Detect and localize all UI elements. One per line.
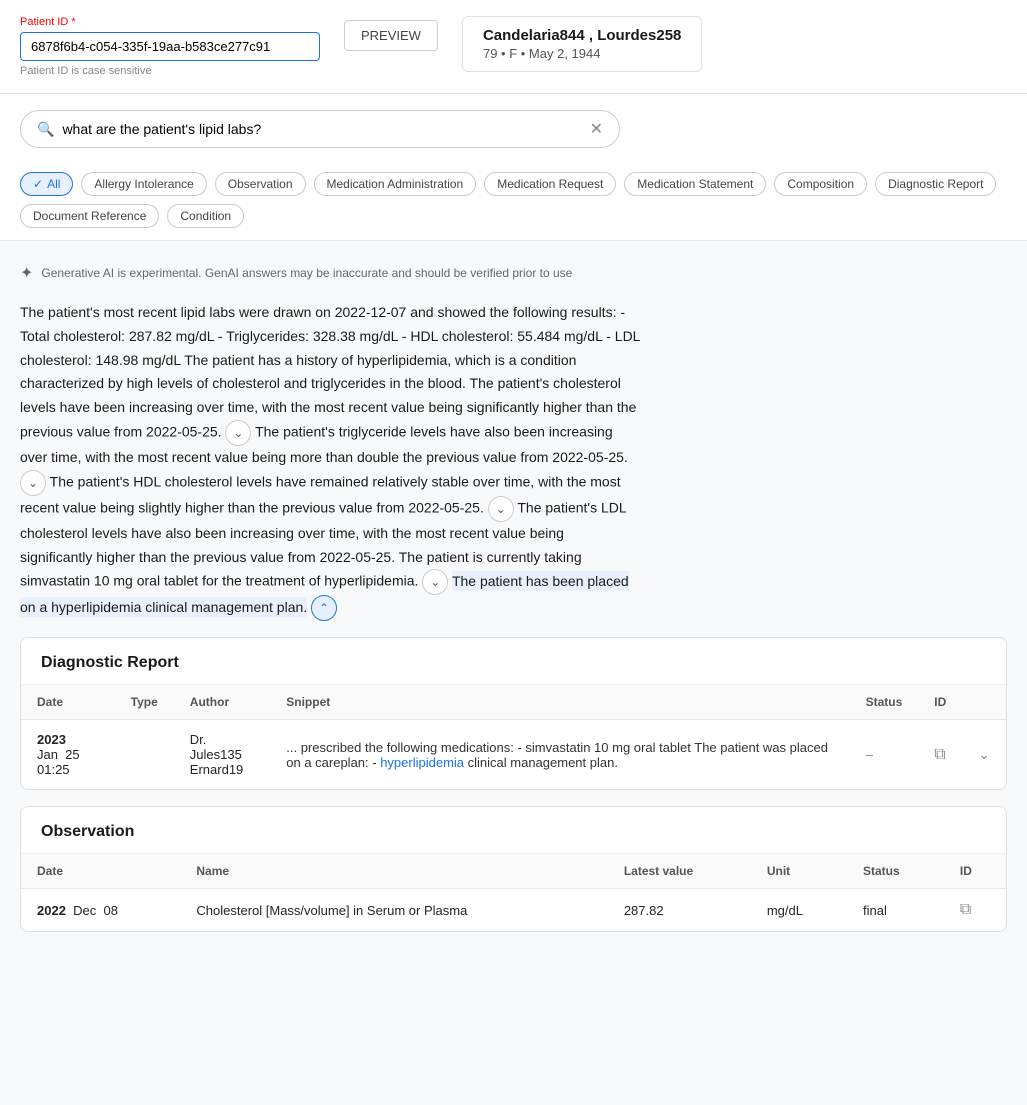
filter-medication-request[interactable]: Medication Request xyxy=(484,172,616,196)
filter-observation[interactable]: Observation xyxy=(215,172,306,196)
filter-condition[interactable]: Condition xyxy=(167,204,244,228)
filter-composition[interactable]: Composition xyxy=(774,172,867,196)
expand-ldl-btn[interactable]: ⌄ xyxy=(422,569,448,595)
table-row: 2023 Jan 25 01:25 Dr. Jules135 Ernard19 … xyxy=(21,720,1006,790)
clear-search-button[interactable]: ✕ xyxy=(590,119,603,139)
expand-triglyceride-btn[interactable]: ⌄ xyxy=(20,470,46,496)
obs-row-status: final xyxy=(847,889,944,932)
observation-section: Observation Date Name Latest value Unit … xyxy=(20,806,1007,932)
col-date: Date xyxy=(21,685,115,720)
obs-row-id: ⧉ xyxy=(944,889,1006,932)
row-author: Dr. Jules135 Ernard19 xyxy=(174,720,270,790)
collapse-btn[interactable]: ⌃ xyxy=(311,595,337,621)
filter-diagnostic-report[interactable]: Diagnostic Report xyxy=(875,172,996,196)
main-content: ✦ Generative AI is experimental. GenAI a… xyxy=(0,241,1027,964)
row-type xyxy=(115,720,174,790)
obs-copy-id-button[interactable]: ⧉ xyxy=(960,901,971,919)
diagnostic-report-table: Date Type Author Snippet Status ID 2023 … xyxy=(21,685,1006,789)
check-icon: ✓ xyxy=(33,177,43,191)
obs-row-unit: mg/dL xyxy=(751,889,847,932)
row-expand: ⌄ xyxy=(962,720,1006,790)
filter-medication-statement[interactable]: Medication Statement xyxy=(624,172,766,196)
patient-name: Candelaria844 , Lourdes258 xyxy=(483,27,681,44)
expand-row-button[interactable]: ⌄ xyxy=(978,746,990,763)
patient-id-input[interactable] xyxy=(20,32,320,61)
obs-col-latest-value: Latest value xyxy=(608,854,751,889)
answer-part1: The patient's most recent lipid labs wer… xyxy=(20,304,640,440)
ai-icon: ✦ xyxy=(20,263,33,283)
obs-col-date: Date xyxy=(21,854,180,889)
expand-hdl-btn[interactable]: ⌄ xyxy=(488,496,514,522)
col-id: ID xyxy=(918,685,962,720)
row-date: 2023 Jan 25 01:25 xyxy=(21,720,115,790)
col-expand xyxy=(962,685,1006,720)
table-header-row: Date Type Author Snippet Status ID xyxy=(21,685,1006,720)
patient-id-label: Patient ID * xyxy=(20,16,320,28)
row-id: ⧉ xyxy=(918,720,962,790)
filter-all[interactable]: ✓ All xyxy=(20,172,73,196)
col-type: Type xyxy=(115,685,174,720)
diagnostic-report-title: Diagnostic Report xyxy=(21,638,1006,685)
obs-copy-icon: ⧉ xyxy=(960,901,971,918)
search-icon: 🔍 xyxy=(37,121,54,138)
search-bar: 🔍 ✕ xyxy=(20,110,620,148)
col-author: Author xyxy=(174,685,270,720)
filter-medication-administration[interactable]: Medication Administration xyxy=(314,172,477,196)
obs-col-name: Name xyxy=(180,854,607,889)
col-status: Status xyxy=(850,685,919,720)
patient-id-group: Patient ID * Patient ID is case sensitiv… xyxy=(20,16,320,77)
copy-id-button[interactable]: ⧉ xyxy=(934,746,945,764)
obs-row-date: 2022 Dec 08 xyxy=(21,889,180,932)
filter-bar: ✓ All Allergy Intolerance Observation Me… xyxy=(0,164,1027,241)
filter-allergy-intolerance[interactable]: Allergy Intolerance xyxy=(81,172,206,196)
obs-table-row: 2022 Dec 08 Cholesterol [Mass/volume] in… xyxy=(21,889,1006,932)
ai-notice: ✦ Generative AI is experimental. GenAI a… xyxy=(20,257,1007,289)
answer-text: The patient's most recent lipid labs wer… xyxy=(20,301,640,621)
patient-info-card: Candelaria844 , Lourdes258 79 • F • May … xyxy=(462,16,702,72)
diagnostic-report-section: Diagnostic Report Date Type Author Snipp… xyxy=(20,637,1007,790)
obs-row-value: 287.82 xyxy=(608,889,751,932)
search-area: 🔍 ✕ xyxy=(0,94,1027,164)
row-status: – xyxy=(850,720,919,790)
obs-header-row: Date Name Latest value Unit Status ID xyxy=(21,854,1006,889)
col-snippet: Snippet xyxy=(270,685,849,720)
ai-notice-text: Generative AI is experimental. GenAI ans… xyxy=(41,266,572,280)
search-input[interactable] xyxy=(62,121,581,137)
observation-table: Date Name Latest value Unit Status ID 20… xyxy=(21,854,1006,931)
obs-col-unit: Unit xyxy=(751,854,847,889)
patient-id-hint: Patient ID is case sensitive xyxy=(20,65,320,77)
obs-row-name: Cholesterol [Mass/volume] in Serum or Pl… xyxy=(180,889,607,932)
expand-cholesterol-btn[interactable]: ⌄ xyxy=(225,420,251,446)
obs-col-status: Status xyxy=(847,854,944,889)
row-snippet: ... prescribed the following medications… xyxy=(270,720,849,790)
filter-document-reference[interactable]: Document Reference xyxy=(20,204,159,228)
patient-details: 79 • F • May 2, 1944 xyxy=(483,46,681,61)
copy-icon: ⧉ xyxy=(934,746,945,763)
obs-col-id: ID xyxy=(944,854,1006,889)
top-bar: Patient ID * Patient ID is case sensitiv… xyxy=(0,0,1027,94)
preview-button[interactable]: PREVIEW xyxy=(344,20,438,51)
observation-title: Observation xyxy=(21,807,1006,854)
